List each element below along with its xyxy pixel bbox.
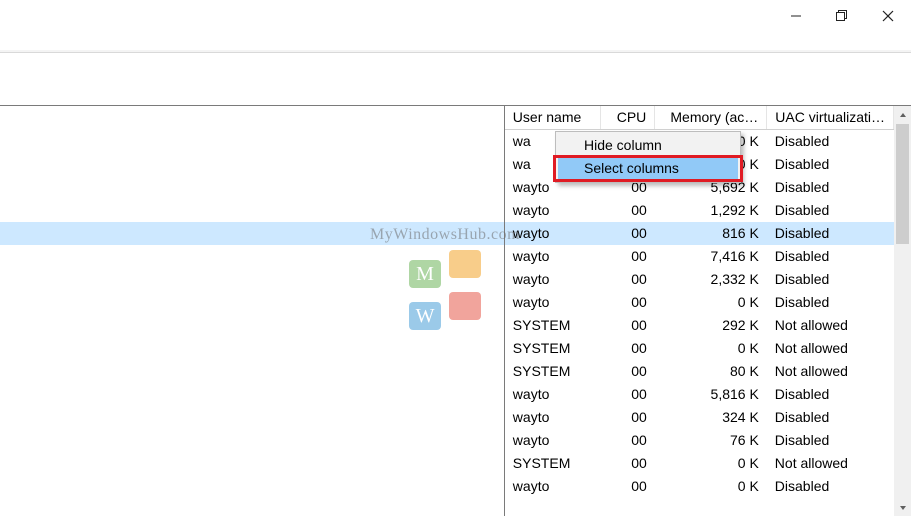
table-row[interactable]: SYSTEM00292 KNot allowed: [505, 314, 894, 337]
cell-uac: Disabled: [767, 406, 894, 429]
cell-cpu: 00: [601, 291, 655, 314]
scroll-thumb[interactable]: [896, 124, 909, 244]
cell-cpu: 00: [601, 245, 655, 268]
cell-mem: 5,816 K: [655, 383, 767, 406]
table-row[interactable]: wayto002,332 KDisabled: [505, 268, 894, 291]
cell-user: wayto: [505, 475, 601, 498]
table-row[interactable]: SYSTEM000 KNot allowed: [505, 452, 894, 475]
cell-mem: 324 K: [655, 406, 767, 429]
cell-user: SYSTEM: [505, 314, 601, 337]
table-row[interactable]: SYSTEM000 KNot allowed: [505, 337, 894, 360]
cell-uac: Disabled: [767, 429, 894, 452]
watermark-tiles: M W: [407, 248, 483, 332]
cell-user: wayto: [505, 222, 601, 245]
table-body: wa0 KDisabledwa0 KDisabledwayto005,692 K…: [505, 130, 894, 498]
cell-user: SYSTEM: [505, 452, 601, 475]
ribbon-strip: [0, 50, 911, 53]
cell-uac: Disabled: [767, 245, 894, 268]
minimize-button[interactable]: [773, 0, 819, 32]
cell-uac: Not allowed: [767, 314, 894, 337]
cell-cpu: 00: [601, 429, 655, 452]
column-header-user[interactable]: User name: [505, 106, 601, 130]
table-row[interactable]: wayto000 KDisabled: [505, 291, 894, 314]
selection-strip: [0, 222, 504, 245]
cell-mem: 0 K: [655, 475, 767, 498]
table-row[interactable]: wayto007,416 KDisabled: [505, 245, 894, 268]
cell-user: SYSTEM: [505, 360, 601, 383]
cell-user: wayto: [505, 383, 601, 406]
table-row[interactable]: wayto000 KDisabled: [505, 475, 894, 498]
cell-uac: Disabled: [767, 383, 894, 406]
cell-uac: Disabled: [767, 176, 894, 199]
vertical-scrollbar[interactable]: [894, 106, 911, 516]
table-row[interactable]: wayto00324 KDisabled: [505, 406, 894, 429]
table-row[interactable]: wayto001,292 KDisabled: [505, 199, 894, 222]
column-header-uac[interactable]: UAC virtualizati…: [767, 106, 894, 130]
scroll-up-button[interactable]: [894, 106, 911, 123]
cell-uac: Not allowed: [767, 452, 894, 475]
column-context-menu[interactable]: Hide columnSelect columns: [555, 131, 741, 183]
menu-item-select-columns[interactable]: Select columns: [558, 157, 738, 180]
cell-cpu: 00: [601, 383, 655, 406]
cell-cpu: 00: [601, 199, 655, 222]
cell-uac: Not allowed: [767, 360, 894, 383]
cell-mem: 76 K: [655, 429, 767, 452]
cell-cpu: 00: [601, 268, 655, 291]
cell-user: wayto: [505, 406, 601, 429]
cell-uac: Disabled: [767, 475, 894, 498]
cell-user: wayto: [505, 245, 601, 268]
cell-mem: 292 K: [655, 314, 767, 337]
cell-cpu: 00: [601, 360, 655, 383]
table-row[interactable]: wayto005,816 KDisabled: [505, 383, 894, 406]
cell-mem: 816 K: [655, 222, 767, 245]
watermark-tile: M: [409, 260, 441, 288]
cell-mem: 1,292 K: [655, 199, 767, 222]
cell-uac: Disabled: [767, 222, 894, 245]
cell-mem: 80 K: [655, 360, 767, 383]
cell-mem: 2,332 K: [655, 268, 767, 291]
cell-user: wayto: [505, 199, 601, 222]
cell-uac: Disabled: [767, 291, 894, 314]
column-header-mem[interactable]: Memory (ac…: [655, 106, 767, 130]
cell-mem: 7,416 K: [655, 245, 767, 268]
menu-item-hide-column[interactable]: Hide column: [558, 134, 738, 157]
cell-cpu: 00: [601, 314, 655, 337]
table-row[interactable]: wayto0076 KDisabled: [505, 429, 894, 452]
cell-user: SYSTEM: [505, 337, 601, 360]
cell-user: wayto: [505, 268, 601, 291]
cell-uac: Disabled: [767, 268, 894, 291]
cell-uac: Disabled: [767, 130, 894, 153]
cell-cpu: 00: [601, 452, 655, 475]
cell-cpu: 00: [601, 222, 655, 245]
cell-cpu: 00: [601, 406, 655, 429]
cell-user: wayto: [505, 291, 601, 314]
column-header-row[interactable]: User nameCPUMemory (ac…UAC virtualizati…: [505, 106, 894, 130]
cell-uac: Not allowed: [767, 337, 894, 360]
title-bar: [0, 0, 911, 32]
watermark-tile: W: [409, 302, 441, 330]
cell-uac: Disabled: [767, 199, 894, 222]
cell-cpu: 00: [601, 337, 655, 360]
column-header-cpu[interactable]: CPU: [601, 106, 655, 130]
table-row[interactable]: SYSTEM0080 KNot allowed: [505, 360, 894, 383]
cell-mem: 0 K: [655, 337, 767, 360]
watermark-tile: [449, 250, 481, 278]
cell-uac: Disabled: [767, 153, 894, 176]
table-row[interactable]: wayto00816 KDisabled: [505, 222, 894, 245]
scroll-down-button[interactable]: [894, 499, 911, 516]
watermark-tile: [449, 292, 481, 320]
cell-user: wayto: [505, 429, 601, 452]
close-button[interactable]: [865, 0, 911, 32]
cell-mem: 0 K: [655, 291, 767, 314]
cell-mem: 0 K: [655, 452, 767, 475]
cell-cpu: 00: [601, 475, 655, 498]
maximize-button[interactable]: [819, 0, 865, 32]
left-pane: MyWindowsHub.com M W: [0, 106, 505, 516]
client-area: MyWindowsHub.com M W User nameCPUMemory …: [0, 106, 911, 516]
